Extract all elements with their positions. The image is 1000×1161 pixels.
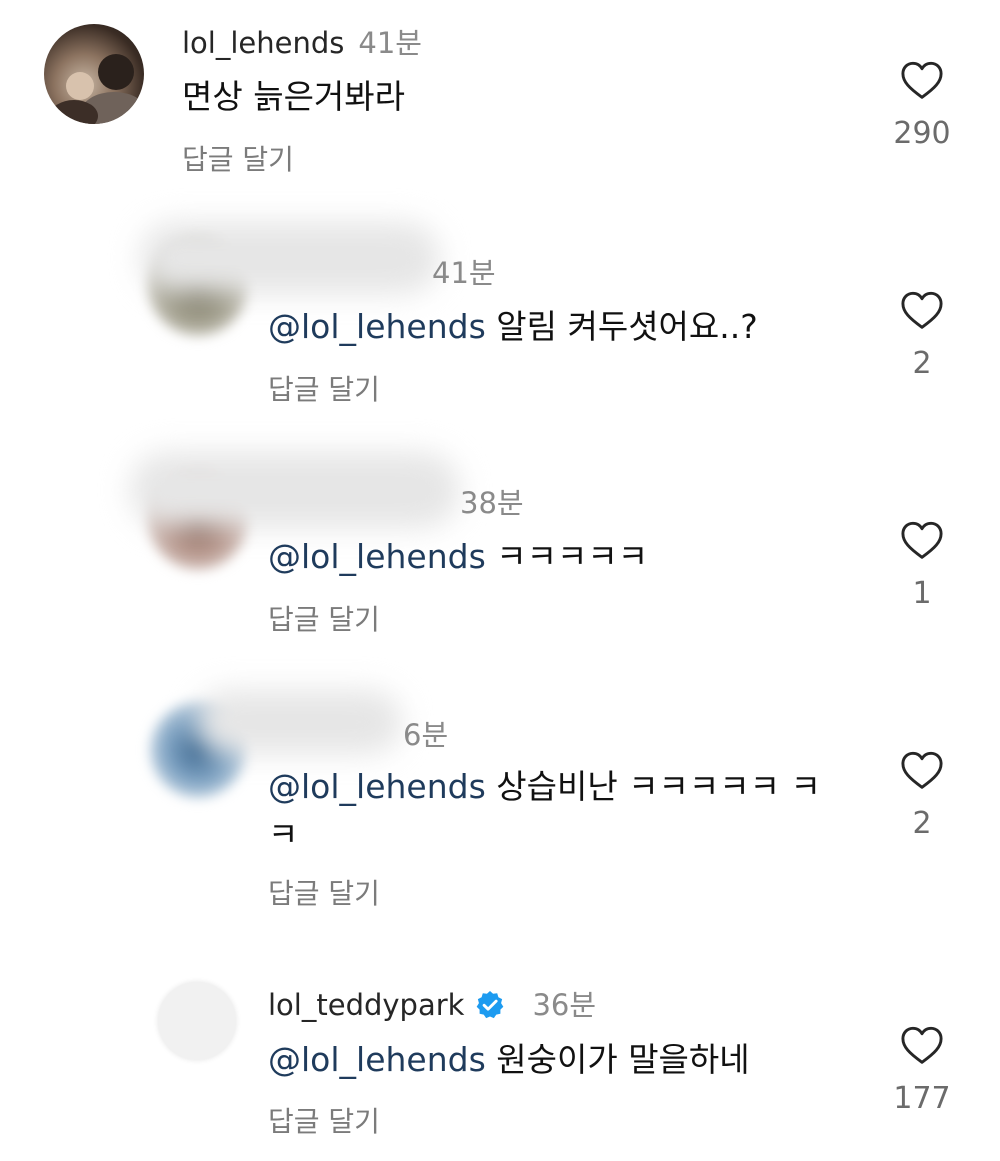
mention-link[interactable]: @lol_lehends [268,1040,486,1079]
comment-meta: lol_teddypark 36분 [268,982,596,1024]
comment-time: 36분 [532,988,597,1022]
comment-text: @lol_lehends 원숭이가 말을하네 [268,1036,750,1084]
like-count: 177 [893,1081,951,1116]
verified-badge-icon [477,991,504,1019]
like-button[interactable]: 177 [882,1025,962,1116]
avatar[interactable] [158,982,236,1060]
username[interactable]: lol_teddypark [268,988,464,1022]
reply-comment-item: lol_teddypark 36분 @lol_lehends 원숭이가 말을하네… [0,0,1000,1161]
heart-outline-icon [901,1026,943,1064]
reply-button[interactable]: 답글 달기 [268,1100,380,1140]
comment-body: 원숭이가 말을하네 [485,1040,750,1079]
